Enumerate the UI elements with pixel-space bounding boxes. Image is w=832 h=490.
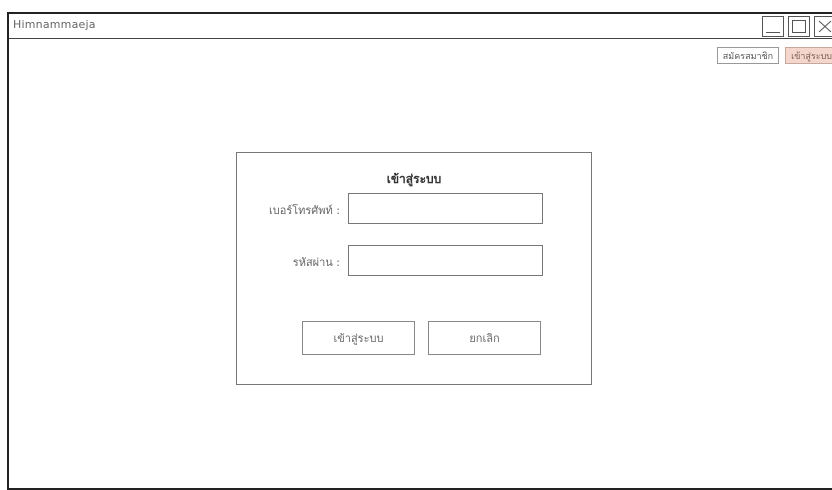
minimize-icon xyxy=(766,31,780,33)
maximize-icon xyxy=(792,19,806,33)
phone-input[interactable] xyxy=(348,193,543,224)
title-bar: Himnammaeja xyxy=(9,14,832,39)
password-label: รหัสผ่าน : xyxy=(292,256,340,269)
password-input[interactable] xyxy=(348,245,543,276)
login-panel: เข้าสู่ระบบ เบอร์โทรศัพท์ : รหัสผ่าน : เ… xyxy=(236,152,592,385)
phone-label: เบอร์โทรศัพท์ : xyxy=(268,204,340,217)
close-icon xyxy=(818,20,832,32)
register-button[interactable]: สมัครสมาชิก xyxy=(716,47,780,64)
close-button[interactable] xyxy=(814,15,832,37)
maximize-button[interactable] xyxy=(788,15,810,37)
header-actions: สมัครสมาชิก เข้าสู่ระบบ xyxy=(716,47,832,64)
window-controls xyxy=(762,14,832,38)
minimize-button[interactable] xyxy=(762,15,784,37)
app-title: Himnammaeja xyxy=(13,18,96,31)
login-tab-button[interactable]: เข้าสู่ระบบ xyxy=(785,47,832,64)
cancel-button[interactable]: ยกเลิก xyxy=(428,321,541,355)
login-title: เข้าสู่ระบบ xyxy=(386,172,442,186)
login-submit-button[interactable]: เข้าสู่ระบบ xyxy=(302,321,415,355)
